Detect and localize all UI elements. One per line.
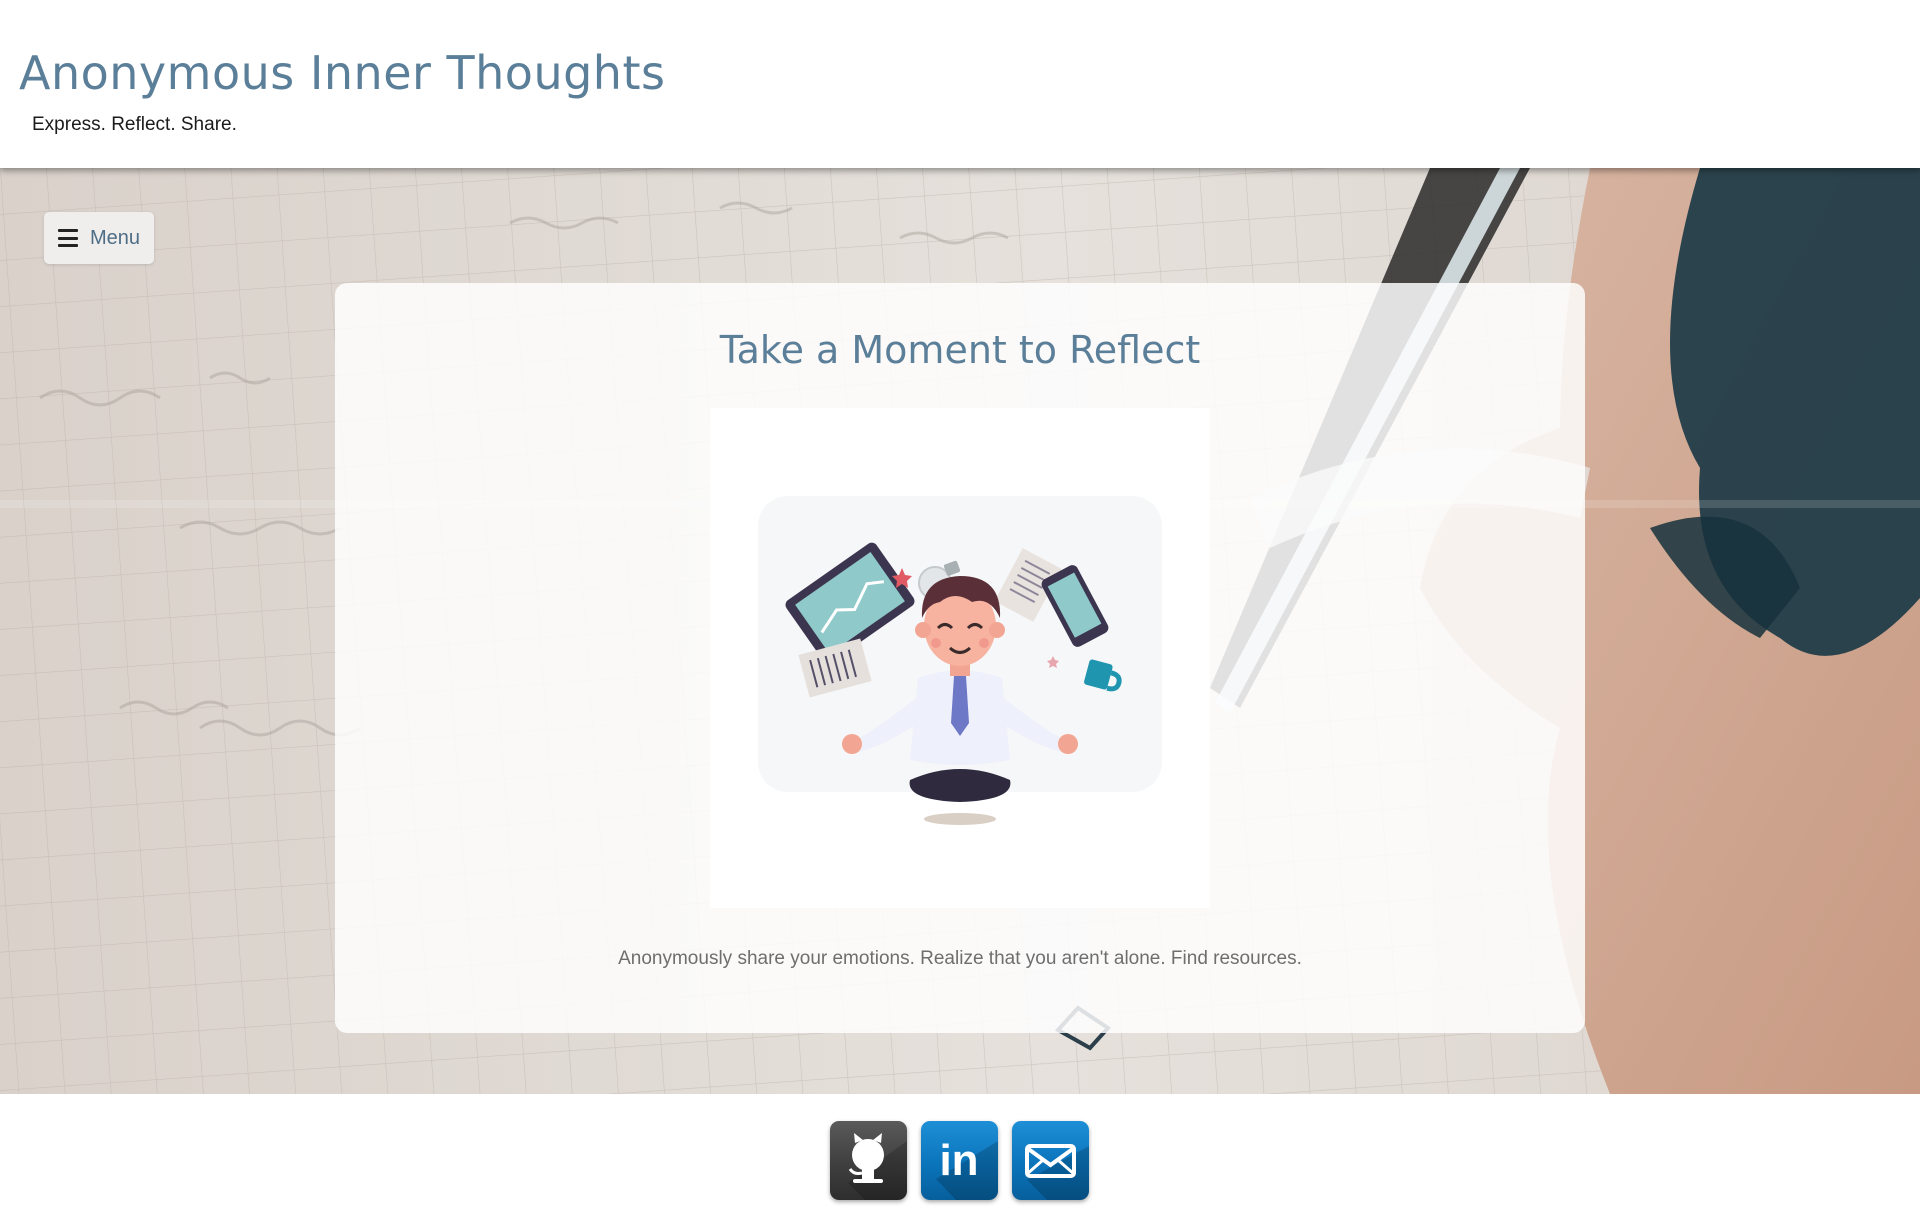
- site-footer: in: [0, 1094, 1920, 1215]
- email-link[interactable]: [1012, 1121, 1089, 1200]
- meditating-person-illustration: [710, 408, 1210, 908]
- menu-button[interactable]: Menu: [44, 212, 154, 264]
- social-links: in: [830, 1121, 1089, 1200]
- hamburger-icon: [58, 229, 78, 247]
- linkedin-icon: in: [921, 1121, 998, 1200]
- github-icon: [830, 1121, 907, 1200]
- reflect-card: Take a Moment to Reflect Anonymously sha…: [335, 283, 1585, 1033]
- hero-section: Menu Take a Moment to Reflect Anonymousl…: [0, 168, 1920, 1094]
- card-title: Take a Moment to Reflect: [719, 328, 1201, 372]
- github-link[interactable]: [830, 1121, 907, 1200]
- card-description: Anonymously share your emotions. Realize…: [618, 948, 1302, 969]
- site-title[interactable]: Anonymous Inner Thoughts: [19, 46, 665, 100]
- email-icon: [1012, 1121, 1089, 1200]
- site-tagline: Express. Reflect. Share.: [32, 114, 237, 135]
- linkedin-link[interactable]: in: [921, 1121, 998, 1200]
- site-header: Anonymous Inner Thoughts Express. Reflec…: [0, 0, 1920, 168]
- svg-text:in: in: [939, 1136, 978, 1185]
- menu-label: Menu: [90, 226, 141, 249]
